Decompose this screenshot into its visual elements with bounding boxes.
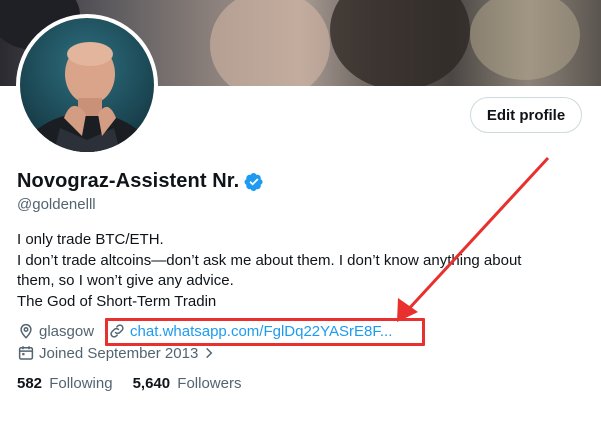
bio-line: I don’t trade altcoins—don’t ask me abou… — [17, 251, 522, 269]
location-item: glasgow — [17, 322, 94, 340]
avatar[interactable] — [16, 14, 158, 156]
followers-count: 5,640 — [132, 375, 171, 392]
edit-profile-button[interactable]: Edit profile — [470, 97, 582, 133]
annotation-highlight-box — [105, 318, 425, 346]
profile-name: Novograz-Assistent Nr. — [17, 170, 240, 192]
chevron-right-icon[interactable] — [202, 346, 216, 360]
profile-bio: I only trade BTC/ETH. I don’t trade altc… — [17, 230, 587, 312]
calendar-icon — [18, 346, 34, 360]
following-link[interactable]: 582 Following — [17, 375, 113, 392]
joined-row: Joined September 2013 — [17, 344, 216, 362]
following-count: 582 — [17, 375, 43, 392]
avatar-portrait — [20, 42, 154, 152]
bio-line: them, so I won’t give any advice. — [17, 272, 234, 289]
profile-handle: @goldenelll — [17, 196, 96, 213]
verified-badge-icon[interactable] — [244, 172, 264, 192]
following-label: Following — [49, 375, 113, 392]
follow-stats: 582 Following 5,640 Followers — [17, 375, 261, 392]
joined-text: Joined September 2013 — [39, 344, 199, 362]
banner-shape — [330, 0, 470, 86]
location-pin-icon — [20, 323, 32, 339]
location-text: glasgow — [39, 322, 95, 340]
avatar-image — [20, 18, 154, 152]
bio-line: I only trade BTC/ETH. — [17, 231, 164, 248]
profile-name-row: Novograz-Assistent Nr. — [17, 170, 264, 193]
banner-shape — [210, 0, 330, 86]
followers-label: Followers — [177, 375, 242, 392]
followers-link[interactable]: 5,640 Followers — [133, 375, 242, 392]
banner-shape — [470, 0, 580, 80]
bio-line: The God of Short-Term Tradin — [17, 292, 217, 310]
